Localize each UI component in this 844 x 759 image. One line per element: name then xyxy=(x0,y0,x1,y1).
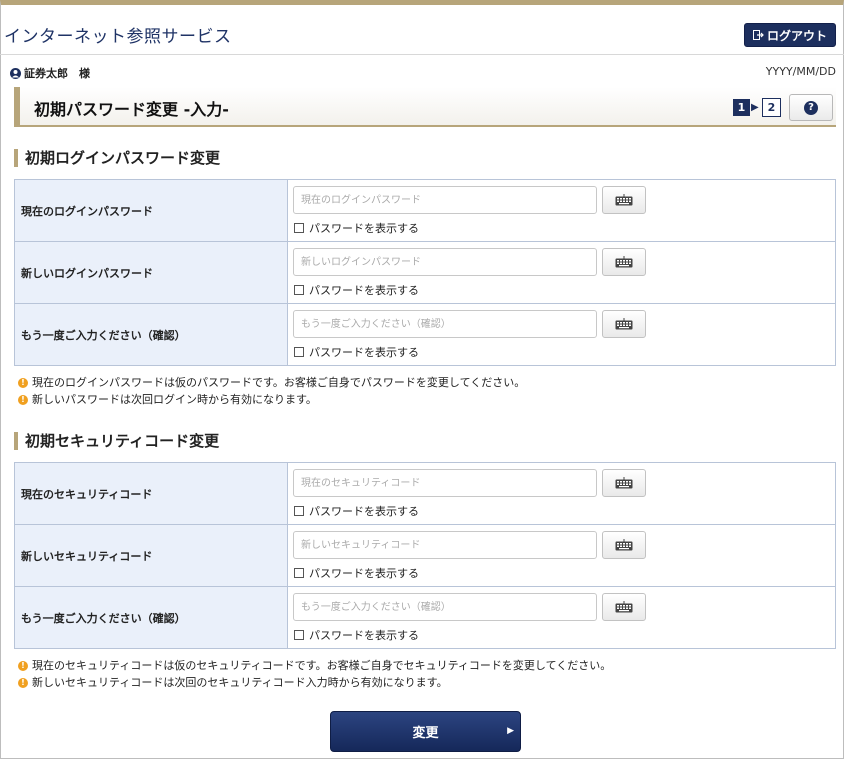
table-row: 新しいセキュリティコード パスワードを表示する xyxy=(14,524,836,587)
field-cell: パスワードを表示する xyxy=(287,303,836,366)
software-keyboard-button[interactable] xyxy=(602,469,646,497)
current-security-code-input[interactable] xyxy=(293,469,597,497)
current-login-password-input[interactable] xyxy=(293,186,597,214)
help-icon: ? xyxy=(804,100,818,115)
security-code-table: 現在のセキュリティコード パスワードを表示する 新しいセキュリティコード パスワ… xyxy=(14,462,836,649)
step-arrow-icon: ▶ xyxy=(751,102,759,113)
logout-label: ログアウト xyxy=(766,28,827,43)
show-password-toggle[interactable]: パスワードを表示する xyxy=(294,344,419,360)
table-row: もう一度ご入力ください（確認） パスワードを表示する xyxy=(14,586,836,649)
submit-change-button[interactable]: 変更 ▶ xyxy=(330,711,521,752)
keyboard-icon xyxy=(615,539,633,551)
software-keyboard-button[interactable] xyxy=(602,310,646,338)
show-password-toggle[interactable]: パスワードを表示する xyxy=(294,627,419,643)
field-cell: パスワードを表示する xyxy=(287,179,836,242)
page-heading-bar: 初期パスワード変更 -入力- 1 ▶ 2 ? xyxy=(14,87,836,127)
note-item: ! 新しいセキュリティコードは次回のセキュリティコード入力時から有効になります。 xyxy=(18,674,611,691)
arrow-right-icon: ▶ xyxy=(507,726,514,736)
warning-icon: ! xyxy=(18,677,28,688)
software-keyboard-button[interactable] xyxy=(602,593,646,621)
confirm-security-code-input[interactable] xyxy=(293,593,597,621)
keyboard-icon xyxy=(615,194,633,206)
date-display: YYYY/MM/DD xyxy=(765,65,836,78)
keyboard-icon xyxy=(615,318,633,330)
security-section-title: 初期セキュリティコード変更 xyxy=(14,432,219,450)
step-indicator-current: 1 xyxy=(733,99,750,116)
field-label: 新しいログインパスワード xyxy=(14,241,288,304)
table-row: 現在のログインパスワード パスワードを表示する xyxy=(14,179,836,242)
field-cell: パスワードを表示する xyxy=(287,241,836,304)
note-item: ! 現在のログインパスワードは仮のパスワードです。お客様ご自身でパスワードを変更… xyxy=(18,374,525,391)
help-button[interactable]: ? xyxy=(789,94,833,121)
user-bar: 証券太郎 様 xyxy=(10,65,90,81)
login-password-table: 現在のログインパスワード パスワードを表示する 新しいログインパスワード パスワ… xyxy=(14,179,836,366)
table-row: 新しいログインパスワード パスワードを表示する xyxy=(14,241,836,304)
header: インターネット参照サービス ログアウト xyxy=(0,5,844,55)
confirm-login-password-input[interactable] xyxy=(293,310,597,338)
app-title: インターネット参照サービス xyxy=(4,27,232,47)
note-text: 新しいセキュリティコードは次回のセキュリティコード入力時から有効になります。 xyxy=(32,676,448,689)
warning-icon: ! xyxy=(18,394,28,405)
show-password-checkbox[interactable] xyxy=(294,630,304,640)
new-login-password-input[interactable] xyxy=(293,248,597,276)
page-title: 初期パスワード変更 -入力- xyxy=(34,100,229,119)
show-password-toggle[interactable]: パスワードを表示する xyxy=(294,503,419,519)
software-keyboard-button[interactable] xyxy=(602,248,646,276)
new-security-code-input[interactable] xyxy=(293,531,597,559)
keyboard-icon xyxy=(615,477,633,489)
logout-button[interactable]: ログアウト xyxy=(744,23,836,47)
field-label: もう一度ご入力ください（確認） xyxy=(14,586,288,649)
show-password-checkbox[interactable] xyxy=(294,347,304,357)
show-password-label: パスワードを表示する xyxy=(309,346,419,359)
show-password-label: パスワードを表示する xyxy=(309,284,419,297)
login-section-title: 初期ログインパスワード変更 xyxy=(14,149,220,167)
login-notes: ! 現在のログインパスワードは仮のパスワードです。お客様ご自身でパスワードを変更… xyxy=(18,374,525,408)
show-password-label: パスワードを表示する xyxy=(309,222,419,235)
show-password-checkbox[interactable] xyxy=(294,285,304,295)
table-row: 現在のセキュリティコード パスワードを表示する xyxy=(14,462,836,525)
field-label: 新しいセキュリティコード xyxy=(14,524,288,587)
note-text: 現在のログインパスワードは仮のパスワードです。お客様ご自身でパスワードを変更して… xyxy=(32,376,526,389)
user-icon xyxy=(10,67,21,79)
step-indicator-next: 2 xyxy=(762,98,781,117)
user-name: 証券太郎 様 xyxy=(24,67,90,80)
show-password-checkbox[interactable] xyxy=(294,223,304,233)
note-text: 現在のセキュリティコードは仮のセキュリティコードです。お客様ご自身でセキュリティ… xyxy=(32,659,612,672)
field-cell: パスワードを表示する xyxy=(287,462,836,525)
show-password-checkbox[interactable] xyxy=(294,506,304,516)
security-notes: ! 現在のセキュリティコードは仮のセキュリティコードです。お客様ご自身でセキュリ… xyxy=(18,657,611,691)
show-password-toggle[interactable]: パスワードを表示する xyxy=(294,282,419,298)
warning-icon: ! xyxy=(18,377,28,388)
logout-icon xyxy=(752,30,764,40)
note-item: ! 新しいパスワードは次回ログイン時から有効になります。 xyxy=(18,391,525,408)
keyboard-icon xyxy=(615,601,633,613)
field-cell: パスワードを表示する xyxy=(287,524,836,587)
field-label: 現在のログインパスワード xyxy=(14,179,288,242)
table-row: もう一度ご入力ください（確認） パスワードを表示する xyxy=(14,303,836,366)
submit-label: 変更 xyxy=(412,726,439,741)
show-password-toggle[interactable]: パスワードを表示する xyxy=(294,565,419,581)
show-password-toggle[interactable]: パスワードを表示する xyxy=(294,220,419,236)
warning-icon: ! xyxy=(18,660,28,671)
note-item: ! 現在のセキュリティコードは仮のセキュリティコードです。お客様ご自身でセキュリ… xyxy=(18,657,611,674)
show-password-checkbox[interactable] xyxy=(294,568,304,578)
software-keyboard-button[interactable] xyxy=(602,531,646,559)
note-text: 新しいパスワードは次回ログイン時から有効になります。 xyxy=(32,393,317,406)
field-label: 現在のセキュリティコード xyxy=(14,462,288,525)
field-cell: パスワードを表示する xyxy=(287,586,836,649)
show-password-label: パスワードを表示する xyxy=(309,567,419,580)
field-label: もう一度ご入力ください（確認） xyxy=(14,303,288,366)
show-password-label: パスワードを表示する xyxy=(309,629,419,642)
show-password-label: パスワードを表示する xyxy=(309,505,419,518)
software-keyboard-button[interactable] xyxy=(602,186,646,214)
keyboard-icon xyxy=(615,256,633,268)
